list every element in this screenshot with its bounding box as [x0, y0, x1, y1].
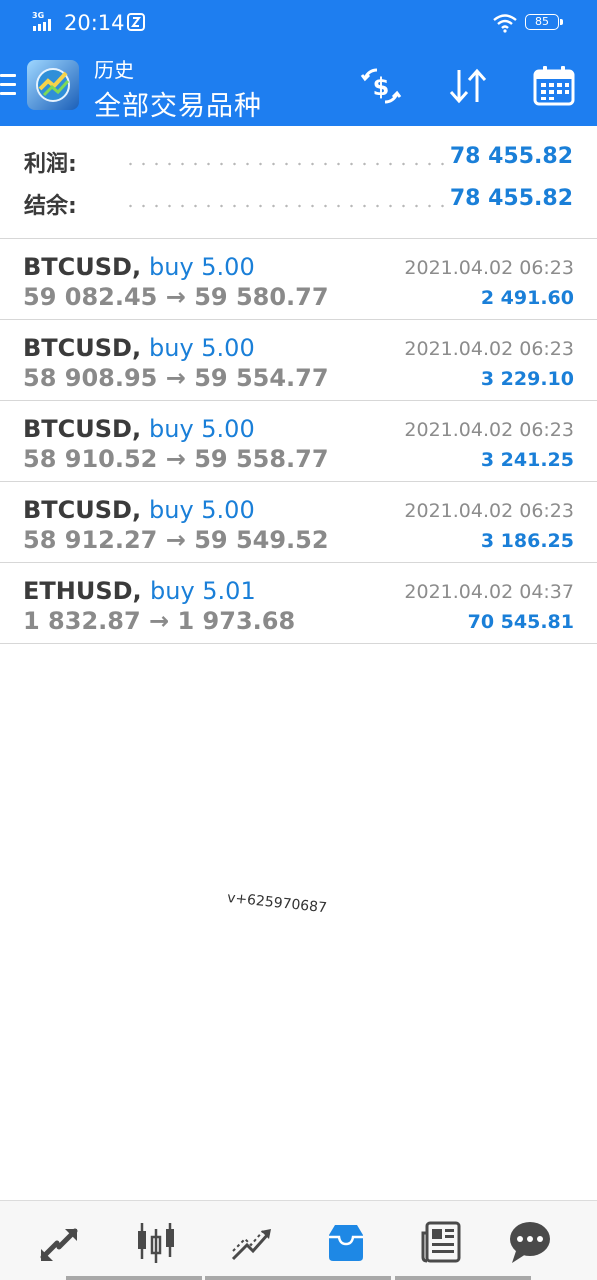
- deal-side: buy 5.00: [149, 496, 255, 524]
- deals-list: BTCUSD, buy 5.00 59 082.45 → 59 580.77 2…: [0, 238, 597, 644]
- deal-row[interactable]: ETHUSD, buy 5.01 1 832.87 → 1 973.68 202…: [0, 562, 597, 644]
- svg-text:$: $: [373, 73, 390, 101]
- status-bar: 3G 20:14 85: [0, 0, 597, 46]
- dotted-leader: [124, 162, 454, 166]
- deal-time: 2021.04.02 04:37: [404, 581, 574, 603]
- deal-side: buy 5.00: [149, 334, 255, 362]
- deal-time: 2021.04.02 06:23: [404, 338, 574, 360]
- deal-prices: 1 832.87 → 1 973.68: [23, 607, 296, 635]
- deal-symbol: ETHUSD,: [23, 577, 142, 605]
- notification-icon: [127, 13, 145, 31]
- deal-side: buy 5.00: [149, 415, 255, 443]
- deal-prices: 59 082.45 → 59 580.77: [23, 283, 329, 311]
- deal-row[interactable]: BTCUSD, buy 5.00 59 082.45 → 59 580.77 2…: [0, 238, 597, 319]
- app-header: 3G 20:14 85 历史 全部交易品种 $: [0, 0, 597, 126]
- deal-profit: 3 186.25: [480, 530, 574, 552]
- account-summary: 利润: 78 455.82 结余: 78 455.82: [0, 126, 597, 238]
- deal-prices: 58 912.27 → 59 549.52: [23, 526, 329, 554]
- trade-icon[interactable]: [37, 1219, 83, 1265]
- analytics-icon[interactable]: [229, 1219, 275, 1265]
- deal-profit: 3 229.10: [480, 368, 574, 390]
- header-title[interactable]: 全部交易品种: [94, 84, 262, 123]
- deal-row[interactable]: BTCUSD, buy 5.00 58 910.52 → 59 558.77 2…: [0, 400, 597, 481]
- deal-symbol: BTCUSD,: [23, 415, 142, 443]
- deal-symbol: BTCUSD,: [23, 334, 142, 362]
- deal-side: buy 5.01: [150, 577, 256, 605]
- news-icon[interactable]: [419, 1219, 465, 1265]
- balance-row: 结余: 78 455.82: [0, 184, 597, 224]
- deal-profit: 3 241.25: [480, 449, 574, 471]
- deal-row[interactable]: BTCUSD, buy 5.00 58 912.27 → 59 549.52 2…: [0, 481, 597, 562]
- nav-indicator: [395, 1276, 531, 1280]
- signal-icon: [33, 19, 51, 31]
- clock: 20:14: [64, 11, 125, 35]
- nav-indicator: [66, 1276, 202, 1280]
- deal-profit: 2 491.60: [480, 287, 574, 309]
- battery-icon: 85: [525, 14, 563, 30]
- sort-icon[interactable]: [444, 62, 492, 110]
- app-logo: [27, 60, 79, 110]
- deal-symbol: BTCUSD,: [23, 253, 142, 281]
- balance-value: 78 455.82: [449, 186, 573, 211]
- bottom-nav: [0, 1200, 597, 1280]
- currency-icon[interactable]: $: [357, 62, 405, 110]
- deal-side: buy 5.00: [149, 253, 255, 281]
- balance-label: 结余:: [24, 194, 77, 219]
- deal-time: 2021.04.02 06:23: [404, 419, 574, 441]
- dotted-leader: [124, 204, 454, 208]
- deal-prices: 58 910.52 → 59 558.77: [23, 445, 329, 473]
- menu-icon[interactable]: [0, 74, 17, 100]
- chart-icon[interactable]: [133, 1219, 179, 1265]
- battery-level: 85: [535, 15, 549, 28]
- profit-value: 78 455.82: [449, 144, 573, 169]
- profit-label: 利润:: [24, 152, 77, 177]
- deal-profit: 70 545.81: [467, 611, 574, 633]
- profit-row: 利润: 78 455.82: [0, 142, 597, 182]
- deal-symbol: BTCUSD,: [23, 496, 142, 524]
- header-subtitle: 历史: [94, 58, 134, 82]
- deal-time: 2021.04.02 06:23: [404, 257, 574, 279]
- wifi-icon: [493, 14, 517, 33]
- deal-prices: 58 908.95 → 59 554.77: [23, 364, 329, 392]
- deal-time: 2021.04.02 06:23: [404, 500, 574, 522]
- deal-row[interactable]: BTCUSD, buy 5.00 58 908.95 → 59 554.77 2…: [0, 319, 597, 400]
- history-icon[interactable]: [323, 1219, 369, 1265]
- watermark-text: v+625970687: [226, 890, 328, 917]
- chat-icon[interactable]: [506, 1219, 552, 1265]
- calendar-icon[interactable]: [530, 62, 578, 110]
- nav-indicator: [205, 1276, 391, 1280]
